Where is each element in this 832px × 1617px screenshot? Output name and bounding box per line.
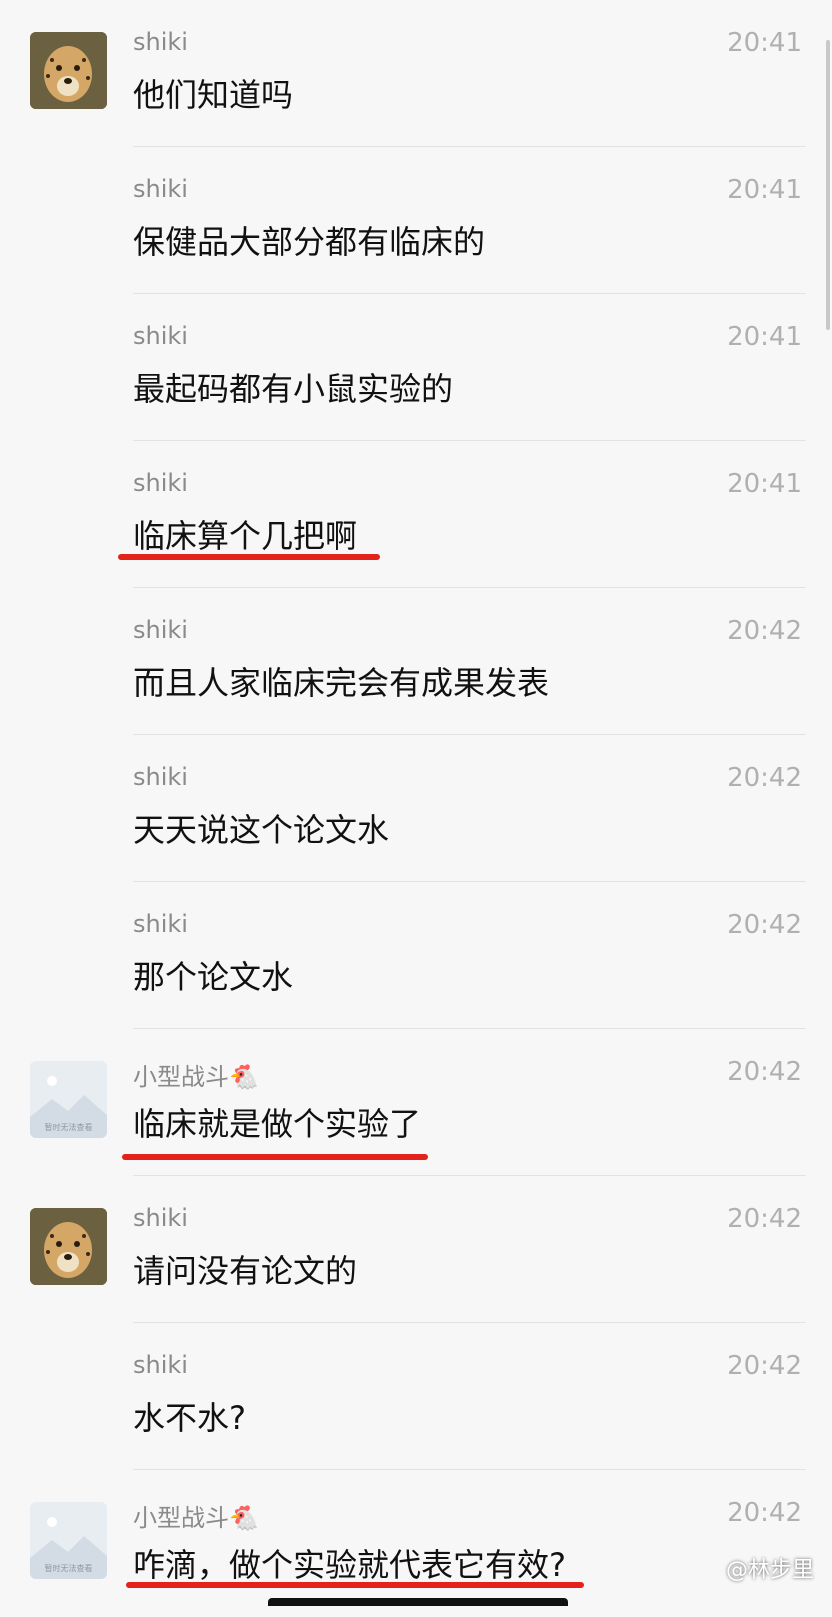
message-item[interactable]: shiki 20:41 保健品大部分都有临床的 [0,147,832,294]
message-time: 20:42 [727,763,802,793]
message-time: 20:42 [727,1057,802,1087]
sender-name: shiki [133,322,188,350]
message-time: 20:42 [727,1498,802,1528]
avatar-shiki[interactable] [30,1208,107,1285]
sender-name: 小型战斗🐔 [133,1063,259,1091]
message-time: 20:41 [727,175,802,205]
avatar-placeholder-caption: 暂时无法查看 [44,1564,93,1573]
sender-name: 小型战斗🐔 [133,1504,259,1532]
message-text[interactable]: 天天说这个论文水 [133,805,389,851]
message-time: 20:42 [727,1351,802,1381]
sender-name: shiki [133,469,188,497]
message-time: 20:41 [727,322,802,352]
message-text[interactable]: 最起码都有小鼠实验的 [133,364,453,410]
avatar-placeholder[interactable]: 暂时无法查看 [30,1061,107,1138]
message-text[interactable]: 水不水? [133,1393,246,1439]
message-text[interactable]: 保健品大部分都有临床的 [133,217,485,263]
message-item[interactable]: 暂时无法查看 小型战斗🐔 20:42 咋滴，做个实验就代表它有效? [0,1470,832,1617]
message-time: 20:41 [727,469,802,499]
message-text[interactable]: 临床就是做个实验了 [133,1099,421,1145]
scrollbar[interactable] [826,40,830,330]
message-item[interactable]: 暂时无法查看 小型战斗🐔 20:42 临床就是做个实验了 [0,1029,832,1176]
message-text[interactable]: 咋滴，做个实验就代表它有效? [133,1540,566,1586]
message-item[interactable]: shiki 20:42 而且人家临床完会有成果发表 [0,588,832,735]
message-text[interactable]: 而且人家临床完会有成果发表 [133,658,549,704]
sender-name: shiki [133,616,188,644]
sender-name: shiki [133,28,188,56]
message-item[interactable]: shiki 20:42 那个论文水 [0,882,832,1029]
message-time: 20:42 [727,616,802,646]
message-text[interactable]: 请问没有论文的 [133,1246,357,1292]
sender-name: shiki [133,910,188,938]
watermark: @林步里 [725,1558,814,1583]
message-item[interactable]: shiki 20:42 水不水? [0,1323,832,1470]
message-item[interactable]: shiki 20:41 临床算个几把啊 [0,441,832,588]
sender-name: shiki [133,1351,188,1379]
message-item[interactable]: shiki 20:41 最起码都有小鼠实验的 [0,294,832,441]
avatar-placeholder[interactable]: 暂时无法查看 [30,1502,107,1579]
sender-name: shiki [133,763,188,791]
red-underline-annotation [122,1154,428,1160]
sender-name: shiki [133,1204,188,1232]
sender-name: shiki [133,175,188,203]
message-item[interactable]: shiki 20:41 他们知道吗 [0,0,832,147]
message-text[interactable]: 那个论文水 [133,952,293,998]
message-text[interactable]: 临床算个几把啊 [133,511,357,557]
avatar-shiki[interactable] [30,32,107,109]
message-time: 20:42 [727,910,802,940]
message-item[interactable]: shiki 20:42 天天说这个论文水 [0,735,832,882]
message-time: 20:41 [727,28,802,58]
chat-list[interactable]: shiki 20:41 他们知道吗 shiki 20:41 保健品大部分都有临床… [0,0,832,1606]
message-text[interactable]: 他们知道吗 [133,70,293,116]
home-indicator[interactable] [268,1598,568,1606]
message-time: 20:42 [727,1204,802,1234]
red-underline-annotation [126,1582,584,1588]
message-item[interactable]: shiki 20:42 请问没有论文的 [0,1176,832,1323]
avatar-placeholder-caption: 暂时无法查看 [44,1123,93,1132]
red-underline-annotation [118,554,380,560]
